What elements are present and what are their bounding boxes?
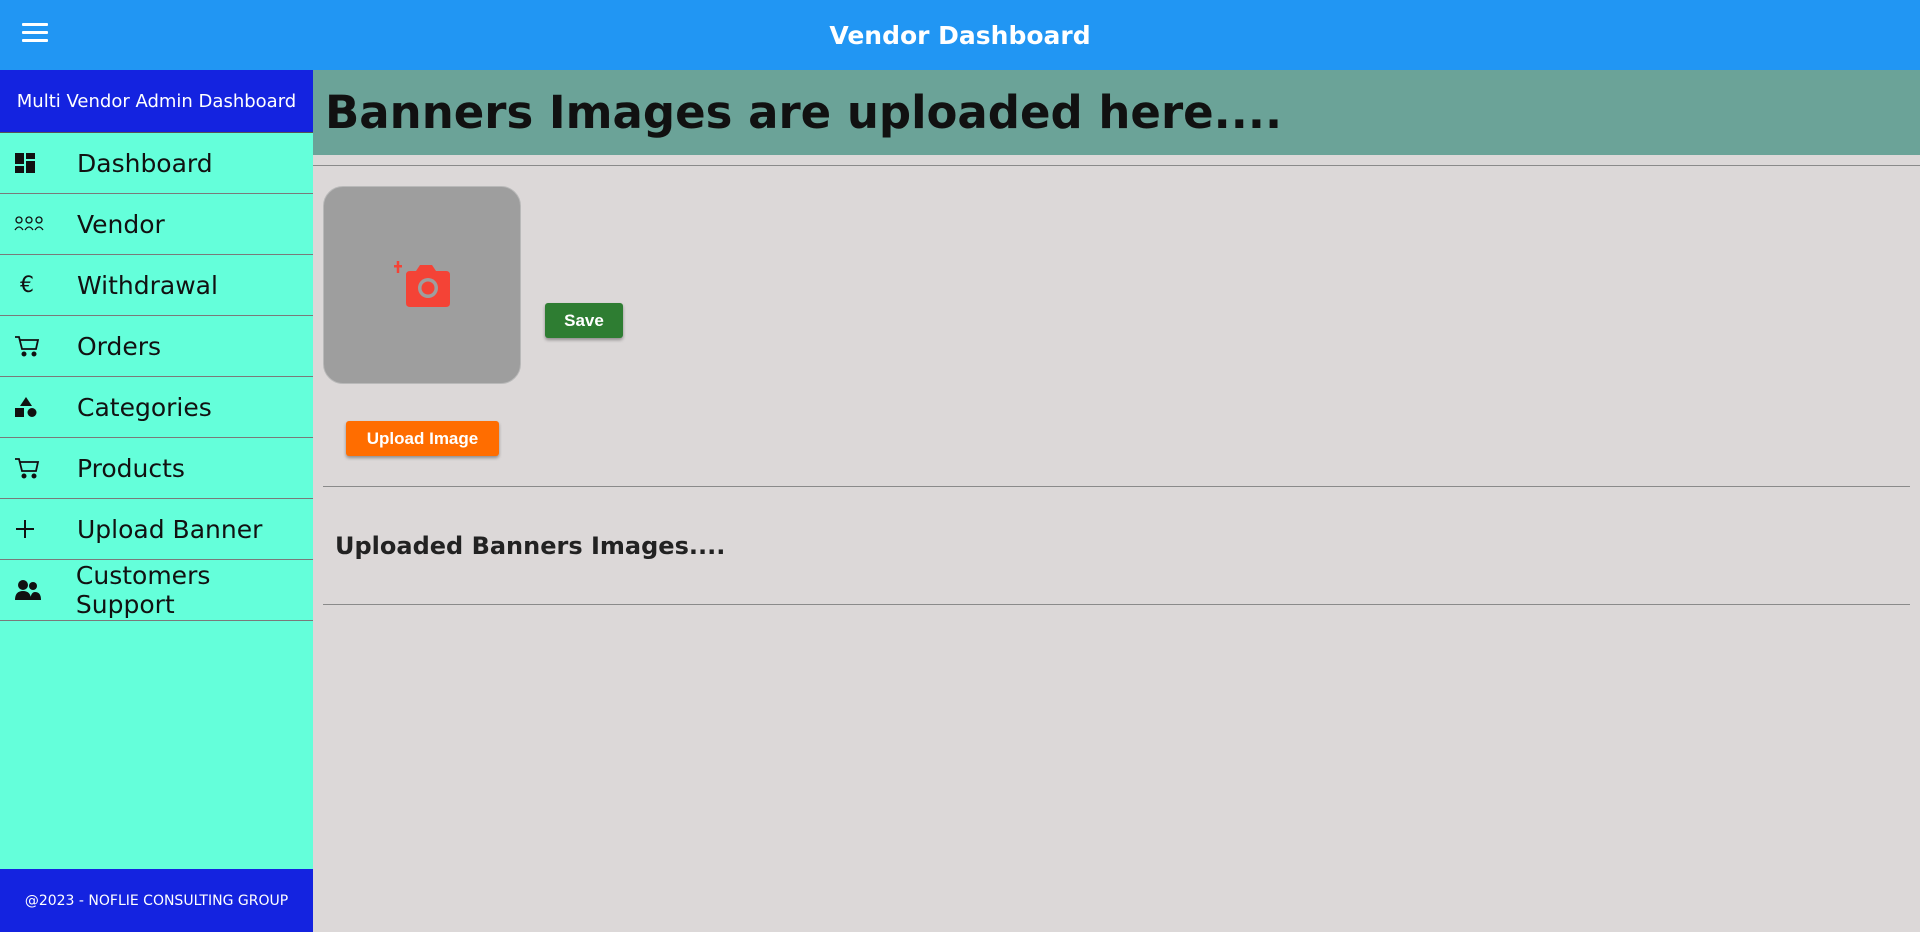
app-bar: Vendor Dashboard [0,0,1920,70]
sidebar-item-label: Products [77,453,185,483]
plus-icon [0,518,77,540]
sidebar-item-withdrawal[interactable]: € Withdrawal [0,255,313,316]
divider [313,165,1920,166]
add-photo-icon [390,255,454,315]
euro-icon: € [20,272,34,298]
sidebar-item-vendor[interactable]: Vendor [0,194,313,255]
sidebar-item-products[interactable]: Products [0,438,313,499]
save-button[interactable]: Save [545,303,623,338]
sidebar-item-label: Upload Banner [77,514,263,544]
uploaded-banners-title: Uploaded Banners Images.... [335,532,726,560]
sidebar-footer: @2023 - NOFLIE CONSULTING GROUP [0,869,313,932]
sidebar-item-customers-support[interactable]: Customers Support [0,560,313,621]
sidebar-title: Multi Vendor Admin Dashboard [0,70,313,133]
dashboard-icon [0,152,77,174]
menu-icon[interactable] [22,23,48,47]
sidebar-item-upload-banner[interactable]: Upload Banner [0,499,313,560]
sidebar-item-label: Vendor [77,209,165,239]
sidebar-item-categories[interactable]: Categories [0,377,313,438]
divider [323,604,1910,605]
sidebar-item-label: Withdrawal [77,270,218,300]
main-content: Banners Images are uploaded here.... Sav… [313,70,1920,932]
page-title: Banners Images are uploaded here.... [313,70,1920,155]
sidebar: Multi Vendor Admin Dashboard Dashboard V… [0,70,313,932]
sidebar-item-orders[interactable]: Orders [0,316,313,377]
user-group-icon [0,579,76,601]
sidebar-item-label: Customers Support [75,561,211,619]
sidebar-item-label: Categories [77,392,212,422]
sidebar-item-label: Orders [77,331,162,361]
app-title: Vendor Dashboard [829,20,1091,50]
divider [323,486,1910,487]
image-upload-placeholder[interactable] [323,186,521,384]
people-icon [0,215,77,233]
cart-icon [0,457,77,479]
shapes-icon [0,396,77,418]
sidebar-item-label: Dashboard [77,148,213,178]
upload-image-button[interactable]: Upload Image [346,421,499,456]
cart-icon [0,335,77,357]
sidebar-item-dashboard[interactable]: Dashboard [0,133,313,194]
